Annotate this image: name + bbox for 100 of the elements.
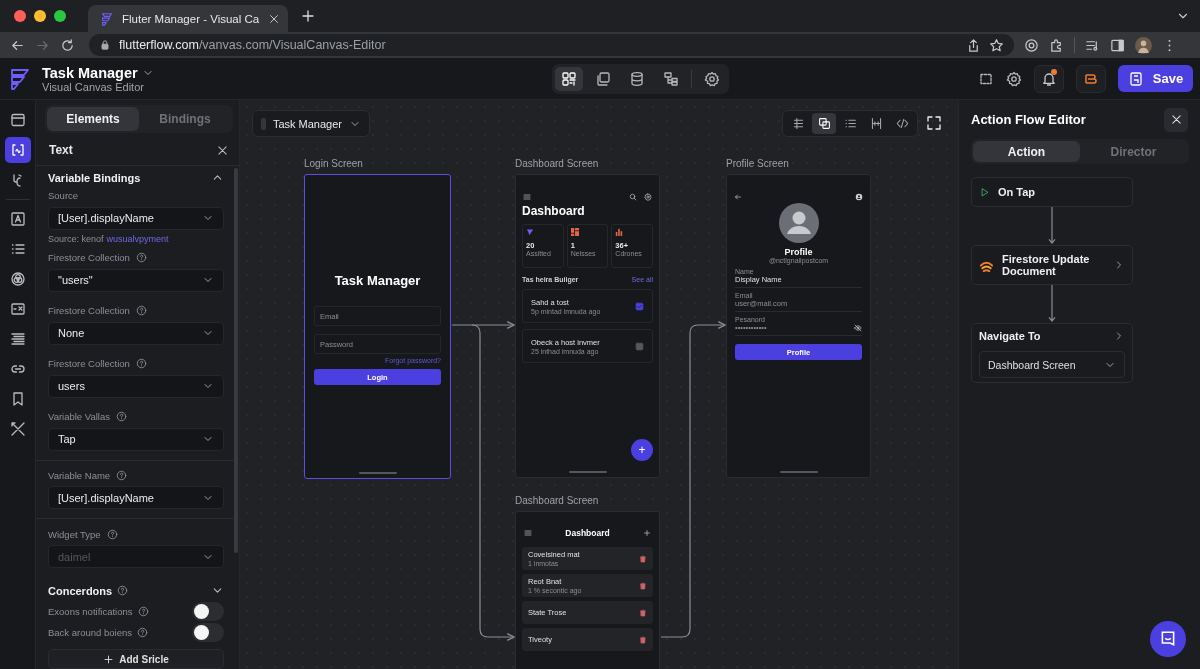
dropdown-field[interactable]: users <box>48 374 224 398</box>
dropdown-field[interactable]: [User].displayName <box>48 486 224 510</box>
fullscreen-button[interactable] <box>925 114 943 132</box>
fullscreen-icon <box>926 115 942 131</box>
window-close-light[interactable] <box>14 10 26 22</box>
logo-icon[interactable] <box>8 66 32 91</box>
browser-tab[interactable]: Fluter Manager - Visual Ca <box>88 5 288 32</box>
save-button[interactable]: Save <box>1118 65 1193 92</box>
window-zoom-light[interactable] <box>54 10 66 22</box>
page-selector[interactable]: Task Manager <box>252 110 370 137</box>
section-title[interactable]: Concerdons <box>48 584 113 597</box>
action-node[interactable]: On Tap <box>971 177 1133 207</box>
field-label: Variable Vallas <box>48 411 110 423</box>
dropdown-field[interactable]: "users" <box>48 268 224 292</box>
panel-tab[interactable]: Action <box>973 141 1080 162</box>
window-minimize-light[interactable] <box>34 10 46 22</box>
url-text: flutterflow.com/vanvas.com/VisualCanvas-Editor <box>119 38 386 52</box>
settings-icon <box>644 193 652 201</box>
send-icon <box>526 228 534 236</box>
help-icon <box>137 605 149 617</box>
app-title: Task Manager <box>333 273 422 288</box>
close-icon <box>1169 113 1183 126</box>
action-node[interactable]: Navigate To Dashboard Screen <box>971 323 1133 383</box>
dropdown-field[interactable]: [User].displayName <box>48 206 224 230</box>
add-fab[interactable]: + <box>631 439 653 461</box>
tab-title: Fluter Manager - Visual Ca <box>122 12 260 25</box>
section-title[interactable]: Variable Bindings <box>48 171 141 184</box>
flow-arrow <box>1047 207 1057 245</box>
columns-icon <box>869 117 883 130</box>
trash-icon <box>639 635 647 644</box>
save-icon <box>1127 70 1144 87</box>
avatar-icon[interactable] <box>1135 36 1152 54</box>
panel-title: Text <box>49 143 74 157</box>
field-label: Firestore Collection <box>48 358 130 370</box>
variable-rail-button[interactable] <box>4 137 31 163</box>
dropdown-field[interactable]: Tap <box>48 427 224 451</box>
dropdown-field[interactable]: None <box>48 321 224 345</box>
toggle-switch[interactable] <box>192 622 224 642</box>
close-icon <box>268 12 280 25</box>
menu-icon <box>524 529 532 537</box>
screen-label: Dashboard Screen <box>515 495 599 506</box>
layers-tool-button[interactable] <box>812 113 836 134</box>
notification-dot <box>1051 68 1057 75</box>
toggle-label: Back around boiens <box>48 626 132 638</box>
plus-icon <box>103 653 115 665</box>
plugin-button[interactable] <box>1076 64 1106 93</box>
checkbox-icon <box>635 341 644 351</box>
screen-dropdown[interactable]: Dashboard Screen <box>979 351 1125 378</box>
profile-name: Profile <box>783 247 814 257</box>
chat-button[interactable] <box>1150 621 1186 657</box>
address-bar[interactable]: flutterflow.com/vanvas.com/VisualCanvas-Editor <box>89 34 1014 56</box>
close-button[interactable] <box>1164 107 1188 132</box>
back-icon <box>734 193 742 201</box>
project-title[interactable]: Task Manager <box>42 64 138 81</box>
toggle-label: Exoons notifications <box>48 605 133 617</box>
trash-icon <box>639 554 647 563</box>
trash-icon <box>639 608 647 617</box>
star-icon <box>989 37 1004 53</box>
tools-icon <box>9 421 26 437</box>
field-label: Variable Name <box>48 469 111 481</box>
dashboard-icon <box>570 228 579 236</box>
align-icon <box>9 331 26 347</box>
notifications-button[interactable] <box>1034 64 1064 93</box>
panel-title: Action Flow Editor <box>971 112 1087 127</box>
screen-title: Dashboard <box>565 528 610 538</box>
account-icon <box>855 193 863 201</box>
code-icon <box>895 117 909 130</box>
add-button[interactable]: Add Sricle <box>48 649 224 669</box>
project-subtitle: Visual Canvas Editor <box>42 80 145 93</box>
share-icon <box>966 37 981 53</box>
puzzle-icon <box>1049 37 1064 53</box>
help-icon <box>135 305 147 317</box>
checkbox-checked-icon <box>635 301 644 311</box>
gear-icon <box>704 70 721 87</box>
menu-icon <box>523 193 531 201</box>
node-label: Firestore Update Document <box>1002 253 1091 277</box>
extension-icon <box>1024 37 1039 53</box>
text-icon <box>9 211 26 227</box>
avatar-icon <box>778 203 819 243</box>
source-link[interactable]: wusualvpyment <box>106 233 169 244</box>
panel-tab[interactable]: Elements <box>47 107 139 131</box>
chat-icon <box>1159 630 1177 648</box>
plus-icon <box>643 529 651 537</box>
toggle-switch[interactable] <box>192 601 224 621</box>
field-label: Source <box>48 190 79 202</box>
search-icon <box>629 193 637 201</box>
screen-title: Dashboard <box>522 204 586 218</box>
copy-icon <box>595 70 612 87</box>
action-node[interactable]: Firestore Update Document <box>971 245 1133 285</box>
sidebar-icon <box>1110 37 1125 53</box>
close-icon <box>216 143 229 157</box>
help-icon <box>117 585 129 597</box>
layout-icon <box>9 112 26 128</box>
eye-off-icon <box>854 323 862 332</box>
source-note: Source: kenof <box>48 233 104 244</box>
bell-icon <box>1041 70 1057 87</box>
variable-icon <box>9 142 26 158</box>
help-icon <box>135 252 147 264</box>
grid-tool-button[interactable] <box>555 66 584 91</box>
help-icon <box>115 411 127 423</box>
